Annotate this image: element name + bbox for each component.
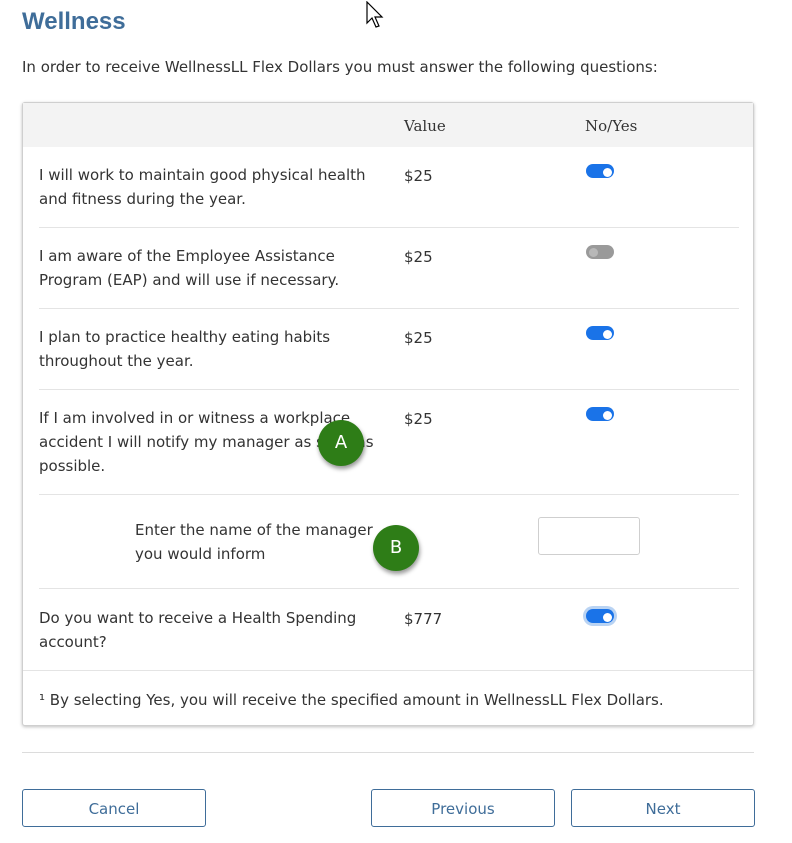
- next-button[interactable]: Next: [571, 789, 755, 827]
- question-text: I am aware of the Employee Assistance Pr…: [39, 247, 340, 289]
- workplace-accident-toggle[interactable]: [586, 407, 614, 421]
- previous-button[interactable]: Previous: [371, 789, 555, 827]
- toggle-knob: [603, 330, 612, 339]
- table-row: If I am involved in or witness a workpla…: [39, 406, 739, 495]
- table-row: I will work to maintain good physical he…: [39, 163, 739, 228]
- table-footer-divider: [23, 670, 753, 671]
- table-row: Do you want to receive a Health Spending…: [39, 606, 739, 670]
- cancel-button[interactable]: Cancel: [22, 789, 206, 827]
- marker-b: B: [373, 525, 419, 571]
- question-value: $25: [404, 329, 433, 347]
- table-row: I am aware of the Employee Assistance Pr…: [39, 244, 739, 309]
- intro-text: In order to receive WellnessLL Flex Doll…: [22, 58, 658, 76]
- question-text: I will work to maintain good physical he…: [39, 166, 366, 208]
- manager-name-label: Enter the name of the manager you would …: [135, 521, 373, 563]
- questions-card: Value No/Yes I will work to maintain goo…: [22, 102, 754, 726]
- mouse-cursor-icon: [366, 1, 384, 28]
- marker-a: A: [318, 420, 364, 466]
- eap-toggle[interactable]: [586, 245, 614, 259]
- page-title: Wellness: [22, 8, 126, 35]
- question-text: Do you want to receive a Health Spending…: [39, 609, 357, 651]
- footnote: ¹ By selecting Yes, you will receive the…: [39, 691, 664, 709]
- toggle-knob: [603, 613, 612, 622]
- healthy-eating-toggle[interactable]: [586, 326, 614, 340]
- question-value: $777: [404, 610, 443, 628]
- question-value: $25: [404, 167, 433, 185]
- health-spending-toggle[interactable]: [586, 609, 614, 623]
- toggle-knob: [589, 248, 598, 257]
- question-value: $25: [404, 410, 433, 428]
- toggle-knob: [603, 411, 612, 420]
- table-row: I plan to practice healthy eating habits…: [39, 325, 739, 390]
- page-divider: [22, 752, 754, 753]
- value-column-header: Value: [404, 117, 446, 135]
- question-text: I plan to practice healthy eating habits…: [39, 328, 331, 370]
- manager-name-input[interactable]: [538, 517, 640, 555]
- table-header: Value No/Yes: [23, 103, 753, 147]
- noyes-column-header: No/Yes: [585, 117, 638, 135]
- physical-health-toggle[interactable]: [586, 164, 614, 178]
- toggle-knob: [603, 168, 612, 177]
- question-value: $25: [404, 248, 433, 266]
